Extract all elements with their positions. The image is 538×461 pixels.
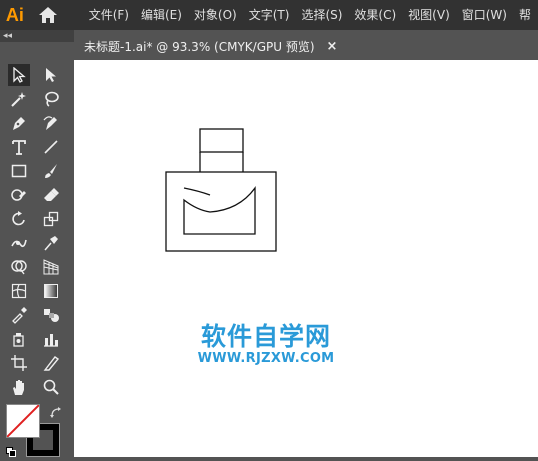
menu-window[interactable]: 窗口(W) [457,0,514,30]
swap-fill-stroke-icon[interactable] [50,404,62,423]
menu-edit[interactable]: 编辑(E) [136,0,189,30]
line-segment-tool-icon[interactable] [40,136,62,158]
menu-bar: Ai 文件(F) 编辑(E) 对象(O) 文字(T) 选择(S) 效果(C) 视… [0,0,538,30]
puppet-warp-tool-icon[interactable] [40,232,62,254]
menu-view[interactable]: 视图(V) [403,0,457,30]
rotate-tool-icon[interactable] [8,208,30,230]
document-tab-title: 未标题-1.ai* @ 93.3% (CMYK/GPU 预览) [84,39,315,54]
collapse-panel-button[interactable]: ◂◂ [3,30,12,42]
menu-items: 文件(F) 编辑(E) 对象(O) 文字(T) 选择(S) 效果(C) 视图(V… [84,0,538,30]
bottle-liquid-shape [183,186,256,235]
lasso-tool-icon[interactable] [40,88,62,110]
menu-type[interactable]: 文字(T) [244,0,297,30]
symbol-sprayer-tool-icon[interactable] [8,328,30,350]
gradient-tool-icon[interactable] [40,280,62,302]
direct-selection-tool-icon[interactable] [40,64,62,86]
tools-panel [0,42,74,457]
tools-panel-header: ◂◂ [0,30,74,42]
document-tab[interactable]: 未标题-1.ai* @ 93.3% (CMYK/GPU 预览) × [74,32,350,61]
perspective-grid-tool-icon[interactable] [40,256,62,278]
width-tool-icon[interactable] [8,232,30,254]
shape-builder-tool-icon[interactable] [8,256,30,278]
bottle-cap-shape [199,128,244,153]
hand-tool-icon[interactable] [8,376,30,398]
default-colors-icon[interactable] [6,442,16,461]
none-slash-icon [7,405,39,437]
mesh-tool-icon[interactable] [8,280,30,302]
rectangle-tool-icon[interactable] [8,160,30,182]
menu-effect[interactable]: 效果(C) [349,0,403,30]
zoom-tool-icon[interactable] [40,376,62,398]
slice-tool-icon[interactable] [40,352,62,374]
selection-tool-icon[interactable] [8,64,30,86]
bottle-neck-shape [199,152,244,172]
column-graph-tool-icon[interactable] [40,328,62,350]
type-tool-icon[interactable] [8,136,30,158]
curvature-tool-icon[interactable] [40,112,62,134]
blend-tool-icon[interactable] [40,304,62,326]
shaper-tool-icon[interactable] [8,184,30,206]
artboard-canvas[interactable]: 软件自学网 WWW.RJZXW.COM [74,60,538,457]
pen-tool-icon[interactable] [8,112,30,134]
menu-file[interactable]: 文件(F) [84,0,136,30]
eraser-tool-icon[interactable] [40,184,62,206]
home-icon[interactable] [30,0,66,30]
eyedropper-tool-icon[interactable] [8,304,30,326]
document-tab-strip: 未标题-1.ai* @ 93.3% (CMYK/GPU 预览) × [74,30,538,61]
magic-wand-tool-icon[interactable] [8,88,30,110]
watermark-url: WWW.RJZXW.COM [197,351,335,366]
scale-tool-icon[interactable] [40,208,62,230]
fill-color-swatch[interactable] [6,404,40,438]
menu-help[interactable]: 帮 [514,0,538,30]
bottle-artwork[interactable] [74,60,538,457]
app-logo: Ai [5,4,24,25]
close-icon[interactable]: × [327,39,338,54]
watermark: 软件自学网 WWW.RJZXW.COM [186,322,346,366]
menu-object[interactable]: 对象(O) [189,0,244,30]
artboard-tool-icon[interactable] [8,352,30,374]
bottle-body-shape [165,171,277,252]
watermark-title: 软件自学网 [200,322,331,351]
menu-select[interactable]: 选择(S) [296,0,349,30]
paintbrush-tool-icon[interactable] [40,160,62,182]
bottle-highlight-stroke [183,187,211,196]
